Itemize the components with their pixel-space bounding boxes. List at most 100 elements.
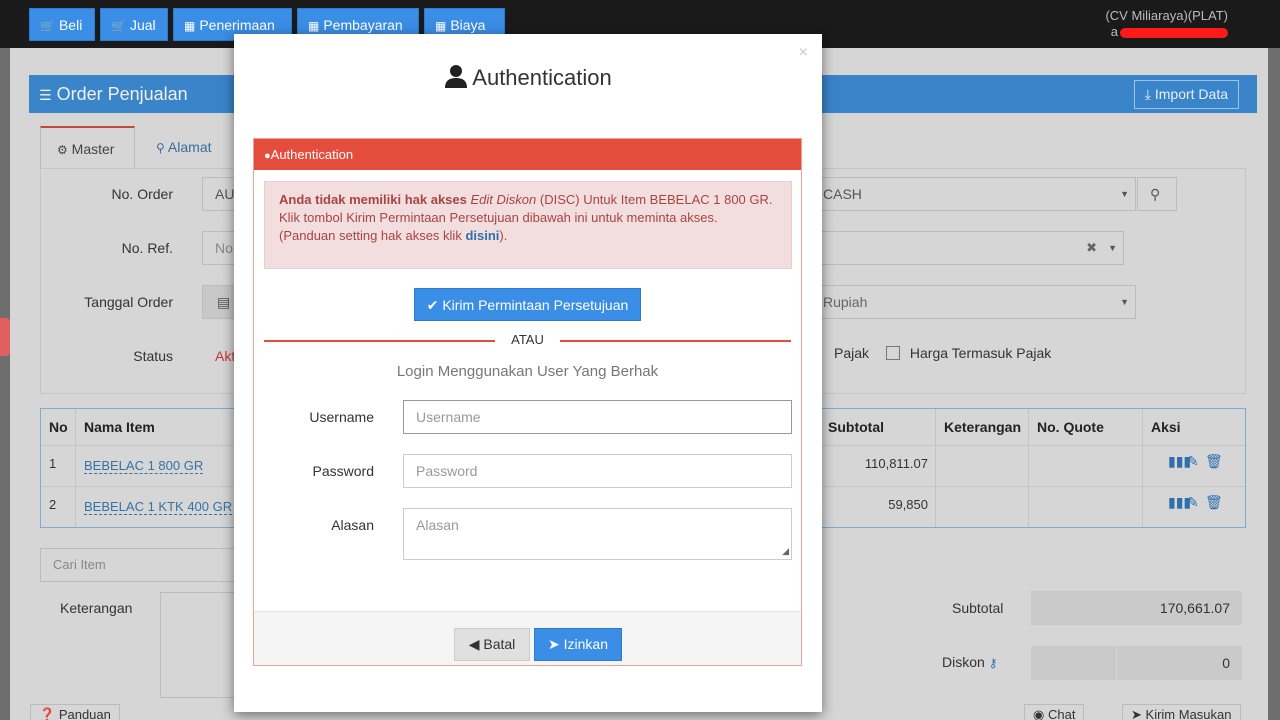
th-subtotal: Subtotal — [828, 419, 884, 435]
pajak-label: Pajak — [834, 345, 870, 361]
table-divider — [935, 409, 936, 527]
diskon-percent-input[interactable] — [1031, 646, 1116, 680]
auth-footer: ◀ Batal ➤ Izinkan — [254, 611, 801, 665]
harga-pajak-checkbox[interactable]: Harga Termasuk Pajak — [886, 345, 1051, 361]
alasan-label: Alasan — [331, 517, 374, 533]
close-icon[interactable]: × — [799, 44, 808, 62]
resize-handle-icon[interactable]: ◢ — [782, 546, 789, 557]
nav-beli-button[interactable]: 🛒 Beli — [29, 8, 95, 41]
row-subtotal: 59,850 — [888, 497, 928, 512]
th-keterangan: Keterangan — [944, 419, 1022, 435]
no-order-label: No. Order — [111, 186, 173, 202]
checkbox-box — [886, 346, 900, 360]
row-no: 2 — [49, 497, 57, 512]
username-label: Username — [309, 409, 374, 425]
auth-panel: ●Authentication Anda tidak memiliki hak … — [253, 138, 802, 666]
left-edge — [0, 48, 10, 720]
status-label: Status — [133, 348, 173, 364]
user-icon: ● — [264, 150, 271, 162]
tab-alamat[interactable]: ⚲ Alamat — [140, 126, 232, 168]
nav-jual-button[interactable]: 🛒 Jual — [100, 8, 168, 41]
access-alert: Anda tidak memiliki hak akses Edit Disko… — [264, 181, 792, 269]
pajak-checkbox[interactable]: Pajak — [820, 345, 869, 361]
auth-panel-header: ●Authentication — [254, 139, 801, 170]
payment-select[interactable]: CASH ▼ — [810, 177, 1136, 211]
arrow-left-circle-icon: ◀ — [468, 636, 480, 652]
user-name: a — [1105, 24, 1228, 40]
row-item-link[interactable]: BEBELAC 1 KTK 400 GR — [84, 499, 233, 515]
keterangan-textarea[interactable] — [160, 592, 240, 698]
chat-icon: ◉ — [1033, 707, 1045, 720]
currency-select[interactable]: Rupiah ▼ — [810, 285, 1136, 319]
disini-link[interactable]: disini — [465, 228, 499, 243]
row-subtotal: 110,811.07 — [864, 456, 928, 471]
panduan-label: Panduan — [58, 707, 111, 720]
import-label: Import Data — [1154, 86, 1228, 102]
keterangan-label: Keterangan — [60, 600, 133, 616]
cart-icon: 🛒 — [40, 19, 55, 33]
edit-icon[interactable]: ✎ — [1187, 494, 1199, 511]
cari-item-input[interactable]: Cari Item — [40, 548, 240, 582]
kirim-permintaan-button[interactable]: ✔ Kirim Permintaan Persetujuan — [414, 288, 641, 321]
tanggal-order-label: Tanggal Order — [84, 294, 173, 310]
auth-panel-title: Authentication — [270, 147, 354, 162]
subtotal-value: 170,661.07 — [1031, 591, 1242, 625]
panel-title: Order Penjualan — [56, 84, 188, 104]
company-info[interactable]: (CV Miliaraya)(PLAT) a — [1105, 8, 1228, 40]
delete-icon[interactable]: 🗑 — [1205, 453, 1223, 470]
currency-value: Rupiah — [823, 294, 868, 310]
clear-icon: ✖ — [1086, 240, 1097, 255]
money-icon: ▦ — [184, 19, 196, 33]
batal-label: Batal — [483, 636, 516, 652]
th-aksi: Aksi — [1151, 419, 1181, 435]
username-input[interactable]: Username — [403, 400, 792, 434]
nav-beli-label: Beli — [58, 17, 83, 33]
tab-master[interactable]: ⚙ Master — [40, 126, 135, 168]
alasan-textarea[interactable]: Alasan ◢ — [403, 508, 792, 560]
cart-icon: 🛒 — [111, 19, 126, 33]
th-no: No — [49, 419, 68, 435]
gears-icon: ⚙ — [57, 143, 68, 157]
user-initial: a — [1110, 24, 1118, 39]
kirim-masukan-button[interactable]: ➤ Kirim Masukan — [1122, 704, 1241, 720]
payment-value: CASH — [823, 186, 862, 202]
diskon-value[interactable]: 0 — [1117, 646, 1242, 680]
arrow-right-circle-icon: ➤ — [548, 636, 560, 652]
chat-label: Chat — [1047, 707, 1076, 720]
th-no-quote: No. Quote — [1037, 419, 1104, 435]
harga-pajak-label: Harga Termasuk Pajak — [909, 345, 1052, 361]
calendar-icon: ▤ — [217, 294, 231, 310]
user-icon — [444, 64, 468, 94]
kirim-masukan-label: Kirim Masukan — [1145, 707, 1232, 720]
customer-select[interactable]: ✖ ▼ — [810, 231, 1124, 265]
password-input[interactable]: Password — [403, 454, 792, 488]
tab-master-label: Master — [71, 141, 115, 157]
batal-button[interactable]: ◀ Batal — [454, 628, 530, 661]
send-icon: ➤ — [1131, 707, 1142, 720]
sidebar-toggle[interactable] — [0, 318, 10, 356]
tab-alamat-label: Alamat — [167, 139, 212, 155]
caret-down-icon: ▼ — [1120, 297, 1129, 307]
alert-italic: Edit Diskon — [470, 192, 537, 207]
question-icon: ❓ — [39, 707, 56, 720]
row-item-link[interactable]: BEBELAC 1 800 GR — [84, 458, 204, 474]
delete-icon[interactable]: 🗑 — [1205, 494, 1223, 511]
right-scrollbar[interactable] — [1268, 48, 1280, 720]
subtotal-label: Subtotal — [952, 600, 1004, 616]
edit-icon[interactable]: ✎ — [1187, 453, 1199, 470]
th-nama-item: Nama Item — [84, 419, 155, 435]
nav-penerimaan-label: Penerimaan — [199, 17, 275, 33]
table-divider — [1028, 409, 1029, 527]
download-icon: ⤓ — [1144, 86, 1151, 102]
nav-jual-label: Jual — [129, 17, 156, 33]
search-button[interactable]: ⚲ — [1137, 177, 1177, 211]
panduan-button[interactable]: ❓ Panduan — [30, 704, 120, 720]
import-data-button[interactable]: ⤓ Import Data — [1133, 80, 1239, 109]
izinkan-button[interactable]: ➤ Izinkan — [534, 628, 622, 661]
chat-button[interactable]: ◉ Chat — [1024, 704, 1085, 720]
modal-title-text: Authentication — [472, 65, 612, 90]
diskon-label[interactable]: Diskon ⚷ — [942, 654, 997, 670]
caret-down-icon: ▼ — [1120, 189, 1129, 199]
kirim-label: Kirim Permintaan Persetujuan — [442, 297, 629, 313]
nav-pembayaran-label: Pembayaran — [323, 17, 403, 33]
